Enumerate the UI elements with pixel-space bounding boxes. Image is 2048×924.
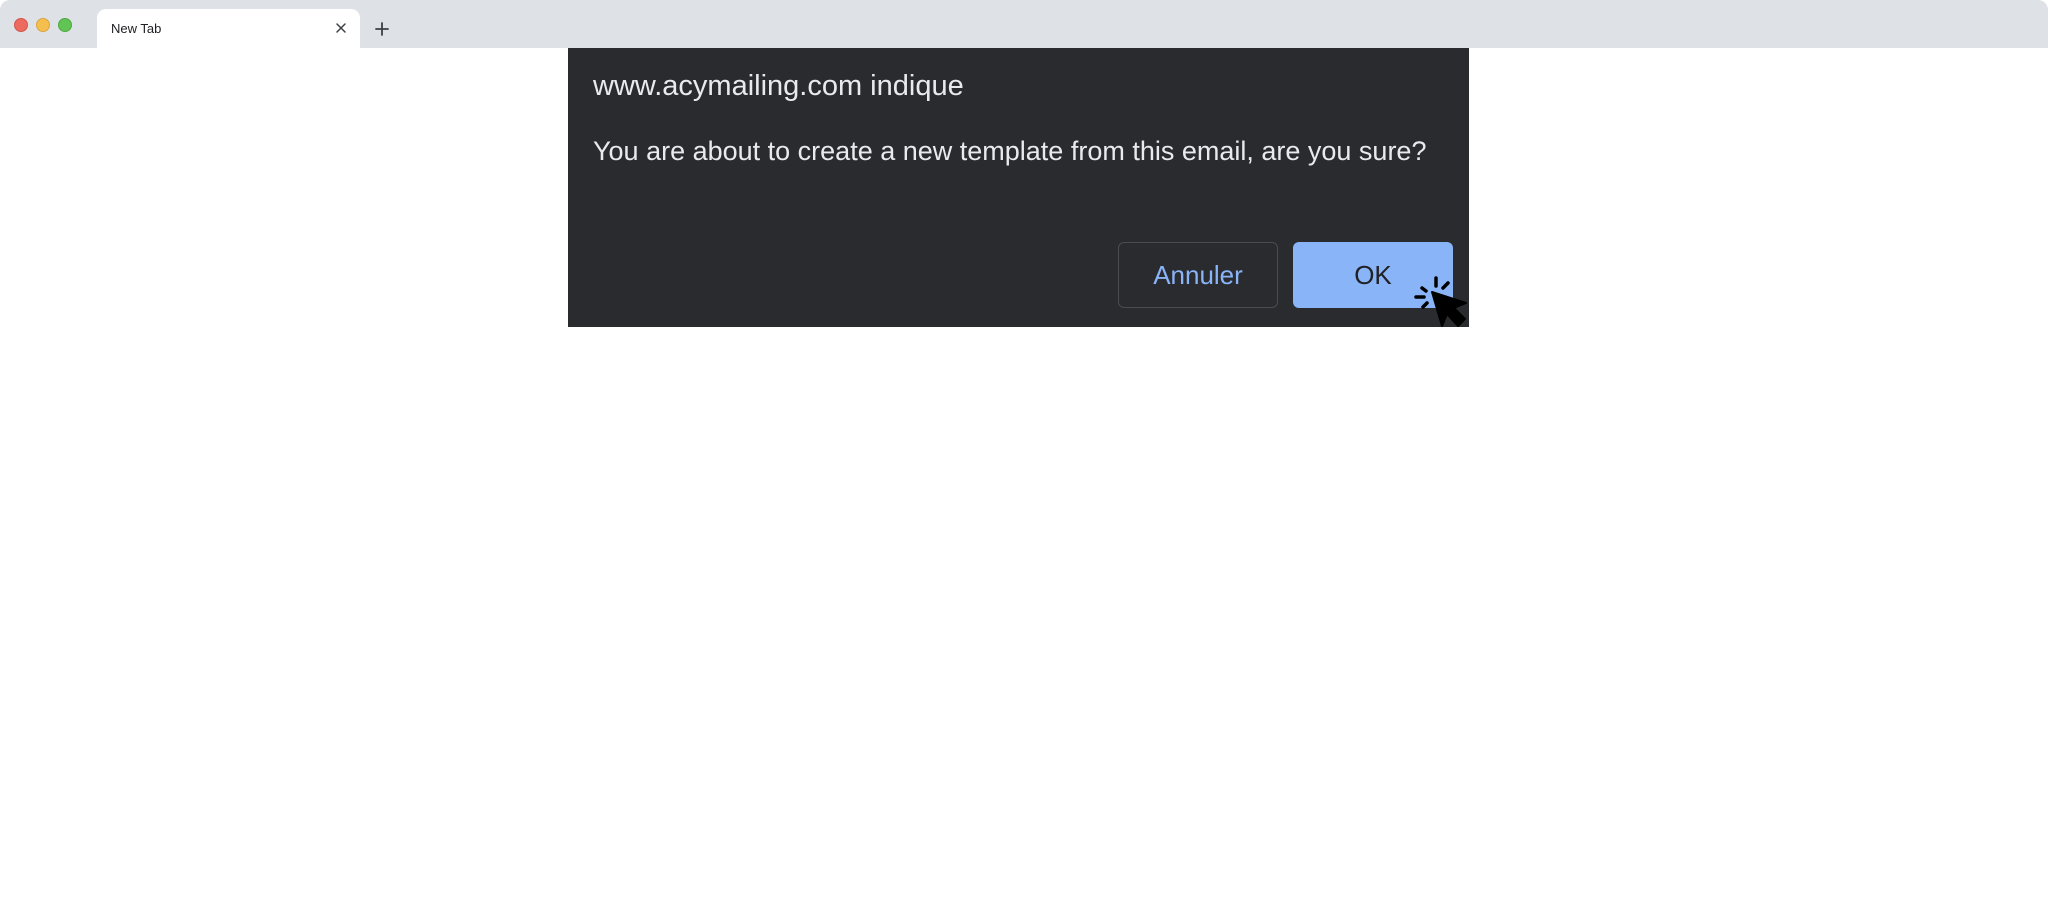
tab-strip: New Tab [0, 0, 2048, 48]
browser-window: New Tab www.acymailing.com indique You a… [0, 0, 2048, 924]
dialog-message: You are about to create a new template f… [593, 136, 1427, 166]
window-maximize-button[interactable] [58, 18, 72, 32]
dialog-origin: www.acymailing.com indique [593, 70, 964, 102]
plus-icon[interactable] [370, 17, 394, 41]
window-close-button[interactable] [14, 18, 28, 32]
window-minimize-button[interactable] [36, 18, 50, 32]
tab-new-tab[interactable]: New Tab [97, 9, 360, 48]
ok-button[interactable]: OK [1293, 242, 1453, 308]
confirm-dialog: www.acymailing.com indique You are about… [568, 48, 1469, 327]
close-icon[interactable] [331, 18, 351, 38]
cancel-button[interactable]: Annuler [1118, 242, 1278, 308]
tab-title: New Tab [111, 21, 162, 36]
